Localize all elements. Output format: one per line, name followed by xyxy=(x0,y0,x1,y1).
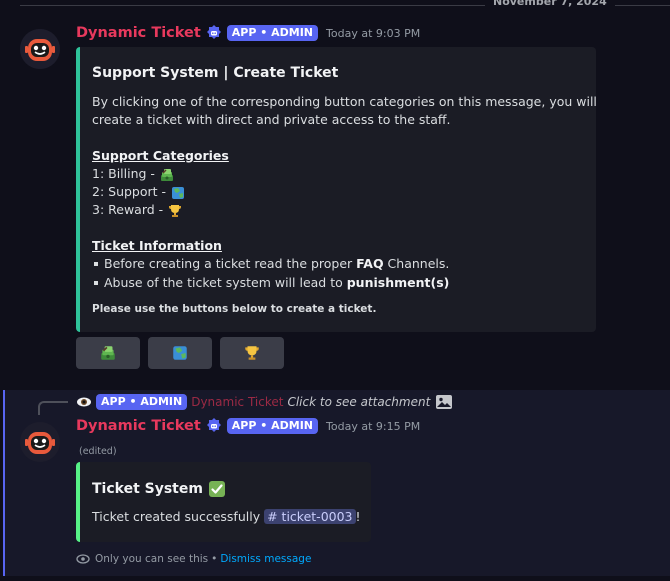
date-divider: November 7, 2024 xyxy=(20,0,670,14)
username[interactable]: Dynamic Ticket xyxy=(76,418,201,434)
embed-description-1: By clicking one of the corresponding but… xyxy=(92,94,597,109)
bullet-icon xyxy=(94,261,98,266)
money-pile-icon xyxy=(159,167,175,183)
hash-icon: # xyxy=(267,509,278,524)
app-tag: APP • ADMIN xyxy=(226,25,319,41)
reply-context[interactable]: APP • ADMIN Dynamic Ticket Click to see … xyxy=(76,394,453,410)
ephemeral-footer: Only you can see this • Dismiss message xyxy=(76,552,311,566)
embed-title-row: Ticket System xyxy=(92,480,226,498)
trophy-icon xyxy=(167,203,183,219)
earth-globe-icon xyxy=(170,185,186,201)
bullet-icon xyxy=(94,280,98,285)
date-divider-label: November 7, 2024 xyxy=(485,0,615,8)
bot-avatar[interactable] xyxy=(20,29,60,69)
only-you-text: Only you can see this xyxy=(95,553,209,565)
eye-icon xyxy=(77,397,91,407)
info-text: Channels. xyxy=(383,256,450,271)
info-heading: Ticket Information xyxy=(92,238,222,253)
categories-heading: Support Categories xyxy=(92,148,229,163)
embed-footer-note: Please use the buttons below to create a… xyxy=(92,303,377,315)
ticket-text: Ticket created successfully xyxy=(92,509,265,524)
reply-username[interactable]: Dynamic Ticket xyxy=(191,395,283,409)
category-reward: 3: Reward - xyxy=(92,201,183,219)
category-billing: 1: Billing - xyxy=(92,165,175,183)
check-mark-icon xyxy=(208,481,225,497)
info-item-1: Before creating a ticket read the proper… xyxy=(92,255,449,273)
bot-badge-icon xyxy=(206,25,221,39)
reply-connector xyxy=(38,401,68,415)
image-attachment-icon xyxy=(436,395,453,409)
edited-label: (edited) xyxy=(79,446,117,457)
message-header: Dynamic Ticket APP • ADMIN Today at 9:03… xyxy=(76,24,420,42)
reply-action-text[interactable]: Click to see attachment xyxy=(287,395,430,409)
info-text: Abuse of the ticket system will lead to xyxy=(104,275,347,290)
earth-globe-icon xyxy=(171,344,189,362)
support-embed: Support System | Create Ticket By clicki… xyxy=(76,47,597,332)
robot-avatar-icon xyxy=(20,29,60,69)
timestamp: Today at 9:15 PM xyxy=(326,419,421,433)
dismiss-message-link[interactable]: Dismiss message xyxy=(220,553,311,565)
category-label: 3: Reward - xyxy=(92,202,168,217)
info-text: Before creating a ticket read the proper xyxy=(104,256,357,271)
channel-mention[interactable]: # ticket-0003 xyxy=(264,509,356,524)
reply-app-tag: APP • ADMIN xyxy=(96,394,188,410)
trophy-icon xyxy=(243,344,261,362)
billing-button[interactable] xyxy=(76,337,140,369)
support-button[interactable] xyxy=(148,337,212,369)
info-item-2: Abuse of the ticket system will lead to … xyxy=(92,274,449,292)
reward-button[interactable] xyxy=(220,337,284,369)
message-header: Dynamic Ticket APP • ADMIN Today at 9:15… xyxy=(76,417,420,435)
embed-title: Support System | Create Ticket xyxy=(92,65,339,81)
embed-title: Ticket System xyxy=(92,481,203,497)
ticket-text-suffix: ! xyxy=(355,509,361,524)
category-support: 2: Support - xyxy=(92,183,186,201)
info-bold: FAQ xyxy=(356,256,384,271)
ticket-created-embed: Ticket System Ticket created successfull… xyxy=(76,462,371,542)
channel-name: ticket-0003 xyxy=(281,509,353,524)
ticket-created-text: Ticket created successfully # ticket-000… xyxy=(92,508,361,526)
username[interactable]: Dynamic Ticket xyxy=(76,25,201,41)
category-label: 2: Support - xyxy=(92,184,171,199)
money-pile-icon xyxy=(99,344,117,362)
eye-outline-icon xyxy=(76,554,90,564)
app-tag: APP • ADMIN xyxy=(226,418,319,434)
bot-badge-icon xyxy=(206,418,221,432)
timestamp: Today at 9:03 PM xyxy=(326,26,421,40)
embed-description-2: create a ticket with direct and private … xyxy=(92,112,451,127)
separator-dot: • xyxy=(211,553,218,565)
category-label: 1: Billing - xyxy=(92,166,159,181)
info-bold: punishment(s) xyxy=(346,275,450,290)
bot-avatar[interactable] xyxy=(20,422,60,462)
robot-avatar-icon xyxy=(20,422,60,462)
